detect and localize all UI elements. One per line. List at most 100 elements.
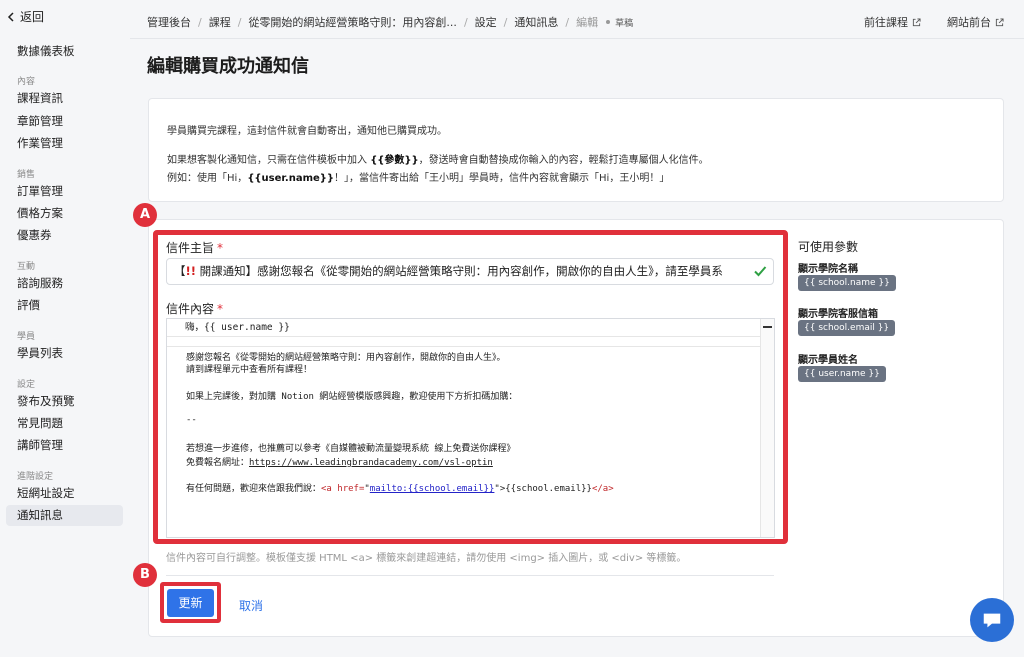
sidebar: 返回 數據儀表板 內容 課程資訊 章節管理 作業管理 銷售 訂單管理 價格方案 …: [0, 0, 130, 657]
site-front-link[interactable]: 網站前台: [947, 14, 1004, 30]
header-divider: [130, 38, 1024, 39]
sidebar-group-interaction: 互動: [17, 262, 36, 272]
breadcrumb-separator: /: [565, 15, 570, 29]
code-attr: href=: [337, 484, 365, 494]
code-line: 免費報名網址：https://www.leadingbrandacademy.c…: [186, 455, 493, 468]
sidebar-group-sales: 銷售: [17, 170, 36, 180]
sidebar-item-pricing[interactable]: 價格方案: [6, 203, 123, 224]
editor-scrollbar[interactable]: [760, 319, 774, 537]
subject-label-text: 信件主旨: [166, 241, 215, 255]
breadcrumb-edit: 編輯: [576, 16, 599, 29]
code-href: mailto:{{school.email}}: [369, 484, 495, 494]
breadcrumb-admin[interactable]: 管理後台: [147, 14, 191, 30]
editor-collapse-icon[interactable]: [763, 326, 772, 328]
subject-input[interactable]: 【!! 開課通知】感謝您報名《從零開始的網站經營策略守則：用內容創作，開啟你的自…: [166, 258, 774, 285]
back-button[interactable]: 返回: [6, 8, 44, 25]
sidebar-item-assignments[interactable]: 作業管理: [6, 133, 123, 154]
param-label-school-name: 顯示學院名稱: [798, 264, 858, 275]
code-line: --: [186, 415, 197, 425]
sidebar-item-dashboard[interactable]: 數據儀表板: [6, 41, 123, 62]
sidebar-item-orders[interactable]: 訂單管理: [6, 181, 123, 202]
draft-dot-icon: [606, 20, 611, 24]
chevron-left-icon: [7, 11, 14, 22]
info-line-3-c: ！」，當信件寄出給「王小明」學員時，信件內容就會顯示「Hi，王小明！」: [334, 173, 670, 184]
code-line: 有任何問題，歡迎來信跟我們說：<a href="mailto:{{school.…: [186, 481, 614, 494]
required-mark: *: [217, 302, 224, 316]
breadcrumb-courses[interactable]: 課程: [209, 14, 231, 30]
subject-prefix: 【: [174, 264, 186, 278]
code-quote: ">: [494, 484, 506, 494]
external-link-icon: [995, 17, 1004, 26]
sidebar-item-notifications[interactable]: 通知訊息: [6, 505, 123, 526]
code-line: 若想進一步進修，也推薦可以參考《自媒體被動流量變現系統 線上免費送你課程》: [186, 444, 516, 454]
goto-course-link[interactable]: 前往課程: [864, 14, 921, 30]
code-line: 如果上完課後，對加購 Notion 網站經營模版感興趣，歡迎使用下方折扣碼加購：: [186, 392, 518, 402]
subject-text: 開課通知】感謝您報名《從零開始的網站經營策略守則：用內容創作，開啟你的自由人生》…: [196, 264, 723, 278]
sidebar-group-settings: 設定: [17, 380, 36, 390]
code-text: 有任何問題，歡迎來信跟我們說：: [186, 484, 322, 494]
sidebar-item-coupons[interactable]: 優惠券: [6, 225, 123, 246]
param-tag-user-name[interactable]: {{ user.name }}: [798, 366, 886, 382]
info-line-3-a: 例如：使用「Hi，: [167, 173, 248, 184]
site-front-label: 網站前台: [947, 16, 991, 29]
chat-bubble-icon: [983, 613, 1001, 628]
param-label-school-email: 顯示學院客服信箱: [798, 309, 878, 320]
marker-a: A: [133, 203, 157, 227]
breadcrumb-separator: /: [198, 15, 202, 29]
info-card: 學員購買完課程，這封信件就會自動寄出，通知他已購買成功。 如果想客製化通知信，只…: [148, 98, 1004, 202]
goto-course-label: 前往課程: [864, 16, 908, 29]
sidebar-item-chapters[interactable]: 章節管理: [6, 111, 123, 132]
chat-button[interactable]: [970, 598, 1014, 642]
breadcrumb: 管理後台 / 課程 / 從零開始的網站經營策略守則：用內容創... / 設定 /…: [147, 14, 633, 30]
header-links: 前往課程 網站前台: [864, 14, 1004, 30]
breadcrumb-separator: /: [237, 15, 242, 29]
param-tag-school-name[interactable]: {{ school.name }}: [798, 275, 896, 291]
info-user-name-example: {{user.name}}: [247, 173, 335, 184]
code-text: {{school.email}}: [505, 484, 592, 494]
code-line: 請到課程單元中查看所有課程！: [186, 365, 313, 375]
page-title: 編輯購買成功通知信: [147, 56, 309, 77]
breadcrumb-notifications[interactable]: 通知訊息: [514, 14, 558, 30]
info-line-1: 學員購買完課程，這封信件就會自動寄出，通知他已購買成功。: [167, 126, 447, 137]
code-tag: <a: [321, 484, 338, 494]
check-icon: [754, 266, 767, 277]
content-label: 信件內容 *: [166, 300, 223, 317]
sidebar-item-short-url[interactable]: 短網址設定: [6, 483, 123, 504]
info-line-2-a: 如果想客製化通知信，只需在信件模板中加入: [167, 155, 371, 166]
breadcrumb-course-name[interactable]: 從零開始的網站經營策略守則：用內容創...: [248, 14, 457, 30]
signup-url: https://www.leadingbrandacademy.com/vsl-…: [249, 458, 493, 468]
sidebar-item-consult[interactable]: 諮詢服務: [6, 273, 123, 294]
code-tag: </a>: [591, 484, 614, 494]
info-line-2-c: ，發送時會自動替換成你輸入的內容，輕鬆打造專屬個人化信件。: [418, 155, 709, 166]
params-title: 可使用參數: [798, 240, 859, 254]
code-text: 免費報名網址：: [186, 458, 250, 468]
info-line-2: 如果想客製化通知信，只需在信件模板中加入 {{參數}}，發送時會自動替換成你輸入…: [167, 151, 709, 166]
sidebar-group-students: 學員: [17, 332, 36, 342]
marker-b: B: [133, 563, 157, 587]
info-line-3: 例如：使用「Hi，{{user.name}}！」，當信件寄出給「王小明」學員時，…: [167, 169, 669, 184]
sidebar-item-course-info[interactable]: 課程資訊: [6, 88, 123, 109]
required-mark: *: [217, 241, 224, 255]
update-button[interactable]: 更新: [167, 589, 214, 617]
breadcrumb-settings[interactable]: 設定: [475, 14, 497, 30]
sidebar-item-faq[interactable]: 常見問題: [6, 413, 123, 434]
breadcrumb-separator: /: [503, 15, 508, 29]
breadcrumb-separator: /: [463, 15, 468, 29]
subject-alert-mark: !!: [185, 264, 197, 278]
back-label: 返回: [20, 10, 45, 24]
param-label-user-name: 顯示學員姓名: [798, 355, 858, 366]
cancel-button[interactable]: 取消: [239, 597, 263, 614]
sidebar-group-content: 內容: [17, 77, 36, 87]
sidebar-item-reviews[interactable]: 評價: [6, 295, 123, 316]
sidebar-group-advanced: 進階設定: [17, 472, 54, 482]
editor-blank-line: [167, 338, 762, 347]
external-link-icon: [912, 17, 921, 26]
content-editor[interactable]: 嗨，{{ user.name }} 感謝您報名《從零開始的網站經營策略守則：用內…: [166, 318, 775, 538]
editor-first-line: 嗨，{{ user.name }}: [167, 319, 762, 337]
content-label-text: 信件內容: [166, 302, 215, 316]
sidebar-item-student-list[interactable]: 學員列表: [6, 343, 123, 364]
sidebar-item-instructors[interactable]: 講師管理: [6, 435, 123, 456]
param-tag-school-email[interactable]: {{ school.email }}: [798, 320, 896, 336]
sidebar-item-publish[interactable]: 發布及預覽: [6, 391, 123, 412]
info-param-example: {{參數}}: [370, 155, 419, 166]
